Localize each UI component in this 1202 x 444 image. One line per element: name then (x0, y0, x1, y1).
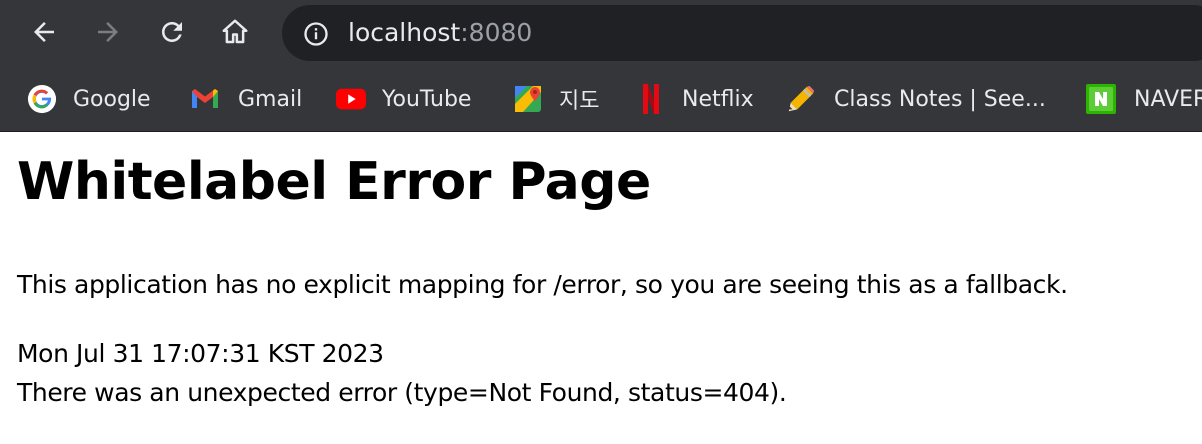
bookmark-label: Gmail (238, 86, 303, 112)
url-port: :8080 (460, 18, 533, 47)
google-icon (27, 84, 57, 114)
reload-button[interactable] (154, 14, 190, 50)
back-button[interactable] (26, 14, 62, 50)
error-message: This application has no explicit mapping… (17, 270, 1068, 299)
home-icon (222, 19, 248, 44)
error-timestamp: Mon Jul 31 17:07:31 KST 2023 (17, 339, 384, 368)
url-text: localhost:8080 (348, 19, 532, 47)
bookmark-label: NAVER (1134, 86, 1202, 112)
bookmark-label: Netflix (682, 86, 754, 112)
naver-icon (1086, 84, 1116, 114)
info-icon[interactable] (302, 20, 330, 48)
bookmark-label: Google (73, 86, 151, 112)
gmail-icon (190, 84, 220, 114)
forward-button[interactable] (90, 14, 126, 50)
address-bar[interactable]: localhost:8080 (282, 5, 1202, 61)
bookmarks-bar: Google Gmail YouTube 지도 Netflix Class No… (0, 66, 1202, 132)
arrow-left-icon (34, 22, 54, 42)
maps-icon (513, 84, 543, 114)
reload-icon (162, 22, 182, 42)
url-host: localhost (348, 18, 461, 47)
arrow-right-icon (98, 22, 118, 42)
bookmark-naver[interactable]: NAVER (1086, 82, 1202, 116)
page-title: Whitelabel Error Page (17, 152, 651, 212)
pencil-icon (786, 84, 816, 114)
bookmark-gmail[interactable]: Gmail (190, 82, 302, 116)
bookmark-label: YouTube (382, 86, 472, 112)
bookmark-netflix[interactable]: Netflix (636, 82, 754, 116)
error-detail: There was an unexpected error (type=Not … (17, 378, 787, 407)
youtube-icon (336, 84, 366, 114)
bookmark-class-notes[interactable]: Class Notes | See... (786, 82, 1046, 116)
bookmark-label: Class Notes | See... (834, 86, 1046, 112)
bookmark-label: 지도 (559, 89, 600, 114)
bookmark-maps[interactable]: 지도 (513, 82, 599, 116)
bookmark-google[interactable]: Google (27, 82, 151, 116)
home-button[interactable] (217, 14, 253, 50)
bookmark-youtube[interactable]: YouTube (336, 82, 471, 116)
browser-toolbar: localhost:8080 (0, 0, 1202, 66)
netflix-icon (636, 84, 666, 114)
